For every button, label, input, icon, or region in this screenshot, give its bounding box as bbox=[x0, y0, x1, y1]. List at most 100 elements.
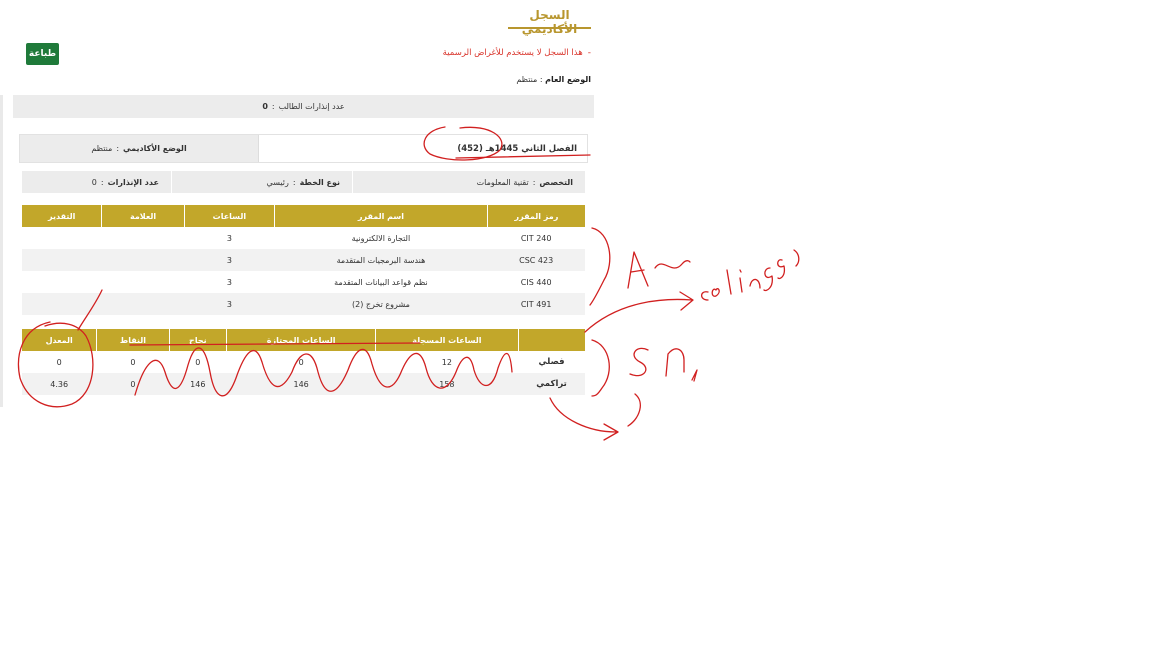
course-row: CIT 240 التجارة الالكترونية 3 bbox=[21, 227, 585, 249]
passed-hours: 0 bbox=[226, 351, 376, 373]
course-mark bbox=[101, 227, 185, 249]
notice-text: هذا السجل لا يستخدم للأغراض الرسمية bbox=[442, 48, 583, 58]
academic-status: الوضع الأكاديمي : منتظم bbox=[20, 135, 259, 162]
warnings-sep: : bbox=[271, 102, 275, 111]
course-row: CIS 440 نظم قواعد البيانات المتقدمة 3 bbox=[21, 271, 585, 293]
registered-hours: 158 bbox=[375, 373, 519, 395]
warn-count-label: عدد الإنذارات bbox=[107, 177, 159, 187]
stats-row-label: فصلي bbox=[518, 351, 585, 373]
stats-row-cumulative: تراكمي 158 146 146 0 4.36 bbox=[21, 373, 585, 395]
arrow-stroke bbox=[584, 291, 694, 333]
plan-sep: : bbox=[292, 177, 296, 187]
success-hours: 0 bbox=[169, 351, 227, 373]
title-underline bbox=[508, 27, 591, 29]
course-code: CIS 440 bbox=[487, 271, 585, 293]
col-gpa: المعدل bbox=[20, 329, 97, 351]
stats-header-row: الساعات المسجلة الساعات المجتازة نجاح ال… bbox=[20, 329, 585, 351]
print-button[interactable]: طباعة bbox=[26, 43, 59, 65]
official-use-notice: -هذا السجل لا يستخدم للأغراض الرسمية bbox=[443, 48, 591, 58]
plan-cell: نوع الخطة : رئيسي bbox=[171, 171, 352, 193]
stats-row-semester: فصلي 12 0 0 0 0 bbox=[21, 351, 585, 373]
col-mark: العلامة bbox=[101, 205, 185, 227]
general-status-value: منتظم bbox=[516, 75, 538, 84]
lower-arrow-stroke bbox=[549, 397, 619, 441]
letter-a-stroke bbox=[627, 251, 649, 289]
course-hours: 3 bbox=[184, 249, 275, 271]
success-hours: 146 bbox=[169, 373, 227, 395]
plan-label: نوع الخطة bbox=[299, 177, 340, 187]
major-cell: التخصص : تقنية المعلومات bbox=[352, 171, 585, 193]
col-passed-hours: الساعات المجتازة bbox=[226, 329, 376, 351]
general-status-sep: : bbox=[539, 75, 543, 84]
course-row: CSC 423 هندسة البرمجيات المتقدمة 3 bbox=[21, 249, 585, 271]
course-code: CIT 491 bbox=[487, 293, 585, 315]
points: 0 bbox=[96, 351, 170, 373]
course-code: CSC 423 bbox=[487, 249, 585, 271]
word-coding-stroke bbox=[700, 249, 800, 301]
stats-row-label: تراكمي bbox=[518, 373, 585, 395]
notice-bullet: - bbox=[587, 48, 591, 58]
letter-s-stroke bbox=[629, 347, 649, 377]
course-mark bbox=[101, 271, 185, 293]
general-status: الوضع العام : منتظم bbox=[516, 75, 591, 84]
semester-header: الفصل الثاني 1445هـ (452) الوضع الأكاديم… bbox=[19, 134, 588, 163]
academic-status-sep: : bbox=[116, 144, 120, 153]
course-grade bbox=[21, 293, 102, 315]
course-mark bbox=[101, 249, 185, 271]
course-name: هندسة البرمجيات المتقدمة bbox=[274, 249, 488, 271]
col-course-code: رمز المقرر bbox=[486, 205, 585, 227]
semester-title: الفصل الثاني 1445هـ (452) bbox=[457, 135, 577, 162]
student-warnings-bar: عدد إنذارات الطالب : 0 bbox=[13, 95, 594, 118]
academic-status-label: الوضع الأكاديمي bbox=[123, 144, 187, 153]
major-value: تقنية المعلومات bbox=[476, 177, 529, 187]
gpa-summary-table: الساعات المسجلة الساعات المجتازة نجاح ال… bbox=[20, 329, 585, 395]
major-sep: : bbox=[532, 177, 536, 187]
plan-value: رئيسي bbox=[266, 177, 289, 187]
bracket-courses-stroke bbox=[589, 227, 611, 306]
course-row: CIT 491 مشروع تخرج (2) 3 bbox=[21, 293, 585, 315]
col-hours: الساعات bbox=[183, 205, 275, 227]
student-info-row: التخصص : تقنية المعلومات نوع الخطة : رئي… bbox=[22, 171, 585, 193]
semester-label: الفصل الثاني 1445هـ bbox=[485, 143, 577, 154]
course-name: نظم قواعد البيانات المتقدمة bbox=[274, 271, 488, 293]
course-name: مشروع تخرج (2) bbox=[274, 293, 488, 315]
page-title: السجل الأكاديمي bbox=[521, 8, 578, 36]
points: 0 bbox=[96, 373, 170, 395]
curl-stroke bbox=[627, 393, 641, 427]
tilde-stroke bbox=[654, 260, 691, 269]
course-name: التجارة الالكترونية bbox=[274, 227, 488, 249]
semester-code: (452) bbox=[457, 143, 483, 154]
warnings-value: 0 bbox=[262, 102, 268, 111]
bracket-stats-stroke bbox=[591, 339, 610, 397]
course-grade bbox=[21, 227, 102, 249]
major-label: التخصص bbox=[539, 177, 573, 187]
warn-count-sep: : bbox=[100, 177, 104, 187]
course-mark bbox=[101, 293, 185, 315]
gpa-value: 0 bbox=[21, 351, 97, 373]
left-border bbox=[0, 95, 3, 407]
course-grade bbox=[21, 271, 102, 293]
col-success: نجاح bbox=[168, 329, 227, 351]
letter-n-stroke bbox=[665, 348, 685, 377]
courses-table: رمز المقرر اسم المقرر الساعات العلامة ال… bbox=[20, 205, 585, 315]
col-registered-hours: الساعات المسجلة bbox=[375, 329, 519, 351]
course-grade bbox=[21, 249, 102, 271]
courses-header-row: رمز المقرر اسم المقرر الساعات العلامة ال… bbox=[20, 205, 585, 227]
academic-status-value: منتظم bbox=[91, 144, 113, 153]
general-status-label: الوضع العام bbox=[545, 75, 591, 84]
col-blank bbox=[517, 329, 585, 351]
course-hours: 3 bbox=[184, 293, 275, 315]
warn-count-value: 0 bbox=[91, 177, 97, 187]
course-hours: 3 bbox=[184, 227, 275, 249]
gpa-value: 4.36 bbox=[21, 373, 97, 395]
course-hours: 3 bbox=[184, 271, 275, 293]
course-code: CIT 240 bbox=[487, 227, 585, 249]
tick-stroke bbox=[691, 369, 698, 382]
col-course-name: اسم المقرر bbox=[274, 205, 488, 227]
warnings-count-cell: عدد الإنذارات : 0 bbox=[22, 171, 171, 193]
passed-hours: 146 bbox=[226, 373, 376, 395]
warnings-label: عدد إنذارات الطالب bbox=[278, 102, 345, 111]
registered-hours: 12 bbox=[375, 351, 519, 373]
col-grade: التقدير bbox=[20, 205, 102, 227]
col-points: النقاط bbox=[96, 329, 170, 351]
